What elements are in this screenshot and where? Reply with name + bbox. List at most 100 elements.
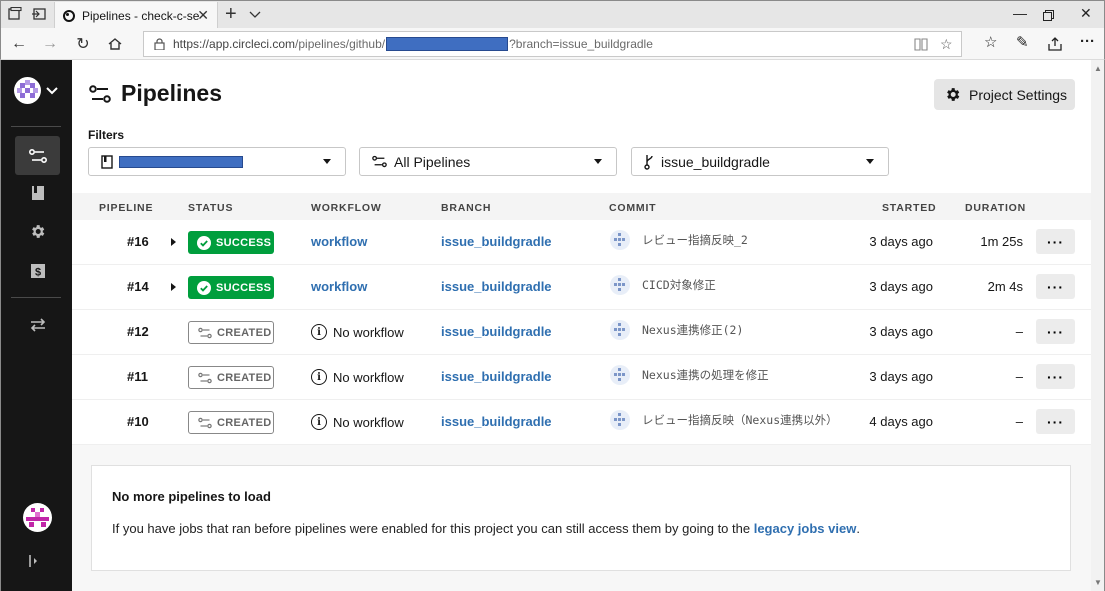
pipeline-number[interactable]: #12: [127, 324, 149, 339]
commit-avatar: [610, 365, 630, 385]
branch-link[interactable]: issue_buildgradle: [441, 234, 552, 249]
duration: 2m 4s: [987, 279, 1023, 294]
user-avatar[interactable]: [23, 503, 52, 532]
svg-text:$: $: [34, 266, 40, 278]
branch-filter-select[interactable]: issue_buildgradle: [631, 147, 889, 176]
commit-info[interactable]: レビュー指摘反映（Nexus連携以外）: [610, 410, 838, 430]
info-icon: i: [311, 324, 327, 340]
commit-info[interactable]: CICD対象修正: [610, 275, 716, 295]
caret-down-icon: [866, 159, 874, 164]
commit-message: Nexus連携修正(2): [642, 323, 744, 337]
page-scrollbar[interactable]: ▲ ▼: [1091, 60, 1105, 591]
status-badge[interactable]: CREATED: [188, 321, 274, 344]
sidebar-item-plan[interactable]: $: [15, 251, 60, 290]
minimize-icon[interactable]: —: [1013, 5, 1027, 21]
more-actions-button[interactable]: ···: [1036, 409, 1075, 434]
pipelines-icon: [372, 155, 387, 168]
pipeline-number[interactable]: #11: [127, 369, 148, 384]
new-tab-icon[interactable]: +: [225, 3, 237, 26]
expand-row-icon[interactable]: [171, 283, 176, 291]
scroll-up-icon[interactable]: ▲: [1094, 64, 1102, 73]
pipeline-number[interactable]: #10: [127, 414, 149, 429]
legacy-jobs-link[interactable]: legacy jobs view: [754, 521, 857, 536]
status-badge[interactable]: SUCCESS: [188, 231, 274, 254]
table-row[interactable]: #12 CREATED i No workflow issue_buildgrad…: [72, 310, 1091, 355]
tab-title: Pipelines - check-c-sear: [82, 8, 200, 23]
pipeline-number[interactable]: #14: [127, 279, 149, 294]
workflow-status: i No workflow: [311, 369, 404, 385]
pen-icon[interactable]: ✎: [1016, 33, 1029, 51]
org-switcher[interactable]: [14, 77, 58, 104]
caret-down-icon: [594, 159, 602, 164]
check-circle-icon: [197, 280, 211, 295]
info-icon: i: [311, 369, 327, 385]
forward-icon[interactable]: →: [40, 34, 60, 54]
browser-tab[interactable]: Pipelines - check-c-sear ✕: [54, 2, 218, 29]
branch-link[interactable]: issue_buildgradle: [441, 369, 552, 384]
started-time: 3 days ago: [869, 279, 933, 294]
favorite-star-icon[interactable]: ☆: [940, 36, 953, 53]
table-row[interactable]: #10 CREATED i No workflow issue_buildgrad…: [72, 400, 1091, 445]
workflow-status: i No workflow: [311, 414, 404, 430]
more-actions-button[interactable]: ···: [1036, 319, 1075, 344]
duration: –: [1015, 369, 1023, 384]
workflow-link[interactable]: workflow: [311, 234, 367, 249]
more-browser-icon[interactable]: ···: [1080, 33, 1095, 50]
more-actions-button[interactable]: ···: [1036, 274, 1075, 299]
commit-info[interactable]: Nexus連携の処理を修正: [610, 365, 769, 385]
table-row[interactable]: #16 SUCCESS workflow issue_buildgradle レ…: [72, 220, 1091, 265]
branch-link[interactable]: issue_buildgradle: [441, 414, 552, 429]
commit-message: CICD対象修正: [642, 278, 716, 292]
pipelines-icon: [89, 84, 111, 103]
url-field[interactable]: https://app.circleci.com/pipelines/githu…: [143, 31, 962, 57]
scroll-down-icon[interactable]: ▼: [1094, 578, 1102, 587]
restore-icon[interactable]: [1043, 10, 1054, 21]
info-icon: i: [311, 414, 327, 430]
expand-sidebar-icon[interactable]: [28, 554, 40, 568]
workflow-link[interactable]: workflow: [311, 279, 367, 294]
pipeline-number[interactable]: #16: [127, 234, 149, 249]
commit-info[interactable]: Nexus連携修正(2): [610, 320, 743, 340]
circleci-favicon-icon: [63, 9, 75, 22]
status-badge[interactable]: CREATED: [188, 366, 274, 389]
set-aside-tabs-icon[interactable]: [32, 7, 46, 21]
table-row[interactable]: #14 SUCCESS workflow issue_buildgradle C…: [72, 265, 1091, 310]
started-time: 3 days ago: [869, 369, 933, 384]
tab-preview-icon[interactable]: [8, 7, 22, 21]
status-badge[interactable]: CREATED: [188, 411, 274, 434]
more-actions-button[interactable]: ···: [1036, 364, 1075, 389]
pipelines-icon: [28, 148, 47, 163]
reading-view-icon[interactable]: [914, 38, 928, 51]
col-workflow: WORKFLOW: [311, 202, 382, 214]
refresh-icon[interactable]: ↻: [73, 34, 93, 54]
redacted-project-name: [119, 155, 243, 168]
tab-list-chevron-icon[interactable]: [249, 4, 261, 24]
close-window-icon[interactable]: ✕: [1080, 5, 1092, 22]
no-more-pipelines-panel: No more pipelines to load If you have jo…: [91, 465, 1071, 571]
branch-link[interactable]: issue_buildgradle: [441, 279, 552, 294]
sidebar-item-pipelines[interactable]: [15, 136, 60, 175]
commit-info[interactable]: レビュー指摘反映_2: [610, 230, 748, 250]
tab-close-icon[interactable]: ✕: [197, 7, 209, 24]
back-icon[interactable]: ←: [9, 34, 29, 54]
home-icon[interactable]: [105, 34, 125, 54]
sidebar-item-switch[interactable]: [15, 305, 60, 344]
sidebar-item-projects[interactable]: [15, 173, 60, 212]
pipelines-filter-select[interactable]: All Pipelines: [359, 147, 617, 176]
project-filter-select[interactable]: [88, 147, 346, 176]
started-time: 3 days ago: [869, 234, 933, 249]
sidebar-item-settings[interactable]: [15, 212, 60, 251]
project-book-icon: [101, 154, 113, 169]
workflow-status: i No workflow: [311, 324, 404, 340]
commit-avatar: [610, 410, 630, 430]
table-row[interactable]: #11 CREATED i No workflow issue_buildgrad…: [72, 355, 1091, 400]
project-settings-button[interactable]: Project Settings: [934, 79, 1075, 110]
expand-row-icon[interactable]: [171, 238, 176, 246]
commit-message: レビュー指摘反映_2: [642, 233, 748, 247]
org-avatar: [14, 77, 41, 104]
favorites-icon[interactable]: ☆: [984, 33, 997, 51]
branch-link[interactable]: issue_buildgradle: [441, 324, 552, 339]
status-badge[interactable]: SUCCESS: [188, 276, 274, 299]
more-actions-button[interactable]: ···: [1036, 229, 1075, 254]
share-icon[interactable]: [1047, 36, 1063, 52]
